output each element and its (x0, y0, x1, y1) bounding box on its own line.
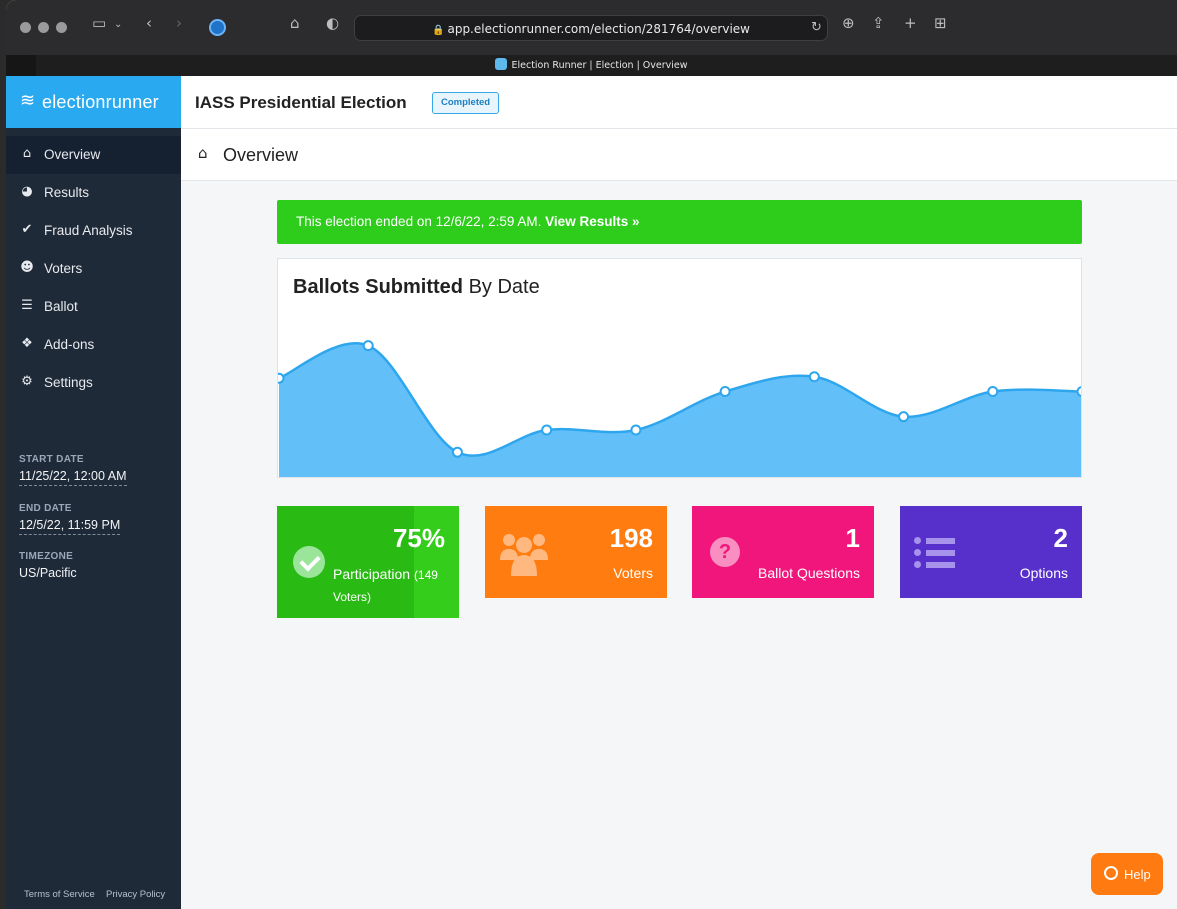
home-icon: ⌂ (22, 146, 32, 161)
participation-card[interactable]: 75% Participation (149 Voters) (277, 506, 459, 618)
participation-label: Participation (149 Voters) (333, 566, 438, 604)
participation-value: 75% (392, 523, 445, 553)
app-window: ▭ ⌄ ‹ › ⌂ ◐ 🔒 app.electionrunner.com/elec… (6, 0, 1177, 909)
section-header: ⌂ Overview (181, 129, 1177, 181)
options-card[interactable]: 2 Options (900, 506, 1082, 598)
sidebar-item-fraud-analysis[interactable]: ✔ Fraud Analysis (6, 212, 181, 250)
sidebar-item-ballot[interactable]: ☰ Ballot (6, 288, 181, 326)
start-date-value[interactable]: 11/25/22, 12:00 AM (19, 469, 127, 486)
start-date-label: START DATE (19, 454, 84, 465)
chart-point[interactable] (362, 340, 374, 352)
sidebar-item-results[interactable]: ◕ Results (6, 174, 181, 212)
chart-point[interactable] (278, 372, 285, 384)
timezone-label: TIMEZONE (19, 551, 74, 562)
sidebar-toggle-icon[interactable]: ▭ (92, 16, 106, 31)
chart-point[interactable] (451, 446, 463, 458)
users-icon (500, 534, 548, 576)
reload-icon[interactable]: ↻ (811, 21, 822, 34)
chart-point[interactable] (898, 411, 910, 423)
minimize-window-button[interactable] (38, 22, 49, 33)
browser-toolbar: ▭ ⌄ ‹ › ⌂ ◐ 🔒 app.electionrunner.com/elec… (6, 0, 1177, 55)
voters-label: Voters (613, 565, 653, 581)
help-label: Help (1124, 867, 1151, 882)
questions-label: Ballot Questions (758, 565, 860, 581)
lifebuoy-icon (1104, 866, 1118, 880)
options-label: Options (1019, 565, 1068, 581)
gear-icon: ⚙ (21, 374, 33, 389)
chart-point[interactable] (1076, 386, 1083, 397)
active-tab[interactable]: Election Runner | Election | Overview (6, 58, 1177, 71)
page-header: IASS Presidential Election Completed (181, 76, 1177, 129)
chart-point[interactable] (541, 424, 553, 436)
favicon-icon (495, 58, 508, 70)
end-date-value[interactable]: 12/5/22, 11:59 PM (19, 518, 121, 535)
sidebar-item-settings[interactable]: ⚙ Settings (6, 364, 181, 402)
status-badge: Completed (432, 92, 500, 114)
sidebar-item-label: Settings (44, 375, 93, 390)
forward-icon[interactable]: › (176, 16, 182, 31)
users-icon: ☻ (20, 260, 34, 275)
ballot-questions-card[interactable]: ? 1 Ballot Questions (692, 506, 874, 598)
questions-value: 1 (845, 523, 860, 553)
sidebar: ≋ electionrunner ⌂ Overview ◕ Results ✔ … (6, 76, 181, 909)
list-icon (914, 537, 958, 569)
sidebar-item-label: Fraud Analysis (44, 223, 133, 238)
share-icon[interactable]: ⇪ (872, 16, 885, 31)
question-circle-icon: ? (710, 537, 740, 567)
voters-value: 198 (609, 523, 653, 553)
sidebar-item-voters[interactable]: ☻ Voters (6, 250, 181, 288)
tab-title: Election Runner | Election | Overview (511, 60, 688, 71)
tab-bar: Election Runner | Election | Overview (6, 55, 1177, 76)
sidebar-item-label: Results (44, 185, 90, 200)
url-text: app.electionrunner.com/election/281764/o… (447, 22, 750, 36)
privacy-shield-icon[interactable]: ◐ (326, 16, 339, 31)
terms-link[interactable]: Terms of Service (24, 889, 95, 900)
chart-point[interactable] (719, 386, 731, 398)
logo-text: electionrunner (42, 92, 159, 112)
help-button[interactable]: Help (1091, 853, 1163, 895)
voters-card[interactable]: 198 Voters (485, 506, 667, 598)
sidebar-item-label: Add-ons (44, 337, 95, 352)
pie-chart-icon: ◕ (21, 184, 33, 199)
chart-point[interactable] (630, 424, 642, 436)
ballots-chart-card: Ballots Submitted By Date (277, 258, 1082, 478)
sidebar-item-label: Overview (44, 147, 101, 162)
page-title: IASS Presidential Election (195, 93, 407, 112)
chart-title-rest: By Date (463, 276, 540, 298)
home-browser-icon[interactable]: ⌂ (290, 16, 300, 31)
tab-overview-icon[interactable]: ⊞ (934, 16, 947, 31)
election-ended-alert: This election ended on 12/6/22, 2:59 AM.… (277, 200, 1082, 244)
close-window-button[interactable] (20, 22, 31, 33)
extension-icon[interactable] (209, 19, 226, 36)
alert-text: This election ended on 12/6/22, 2:59 AM. (296, 214, 546, 229)
home-icon: ⌂ (198, 144, 208, 162)
new-tab-icon[interactable]: + (904, 16, 917, 31)
end-date-label: END DATE (19, 503, 72, 514)
download-icon[interactable]: ⊕ (842, 16, 855, 31)
chevron-down-icon[interactable]: ⌄ (114, 20, 122, 30)
timezone-value: US/Pacific (19, 566, 77, 580)
back-icon[interactable]: ‹ (146, 16, 152, 31)
zoom-window-button[interactable] (56, 22, 67, 33)
section-title: Overview (223, 145, 299, 165)
sidebar-item-add-ons[interactable]: ❖ Add-ons (6, 326, 181, 364)
chart-point[interactable] (987, 386, 999, 398)
chart-title: Ballots Submitted By Date (293, 276, 540, 299)
chart-title-bold: Ballots Submitted (293, 276, 464, 298)
list-icon: ☰ (21, 298, 33, 313)
sidebar-item-label: Voters (44, 261, 83, 276)
logo[interactable]: ≋ electionrunner (6, 76, 181, 128)
options-value: 2 (1053, 523, 1068, 553)
check-circle-icon (293, 546, 325, 578)
sidebar-item-overview[interactable]: ⌂ Overview (6, 136, 181, 174)
view-results-link[interactable]: View Results » (545, 214, 639, 229)
logo-layers-icon: ≋ (20, 90, 36, 111)
chart-point[interactable] (808, 371, 820, 383)
cubes-icon: ❖ (21, 336, 33, 351)
lock-icon: 🔒 (432, 25, 445, 36)
check-icon: ✔ (21, 222, 33, 237)
sidebar-item-label: Ballot (44, 299, 78, 314)
address-bar[interactable]: 🔒 app.electionrunner.com/election/281764/… (354, 15, 828, 41)
privacy-link[interactable]: Privacy Policy (106, 889, 165, 900)
